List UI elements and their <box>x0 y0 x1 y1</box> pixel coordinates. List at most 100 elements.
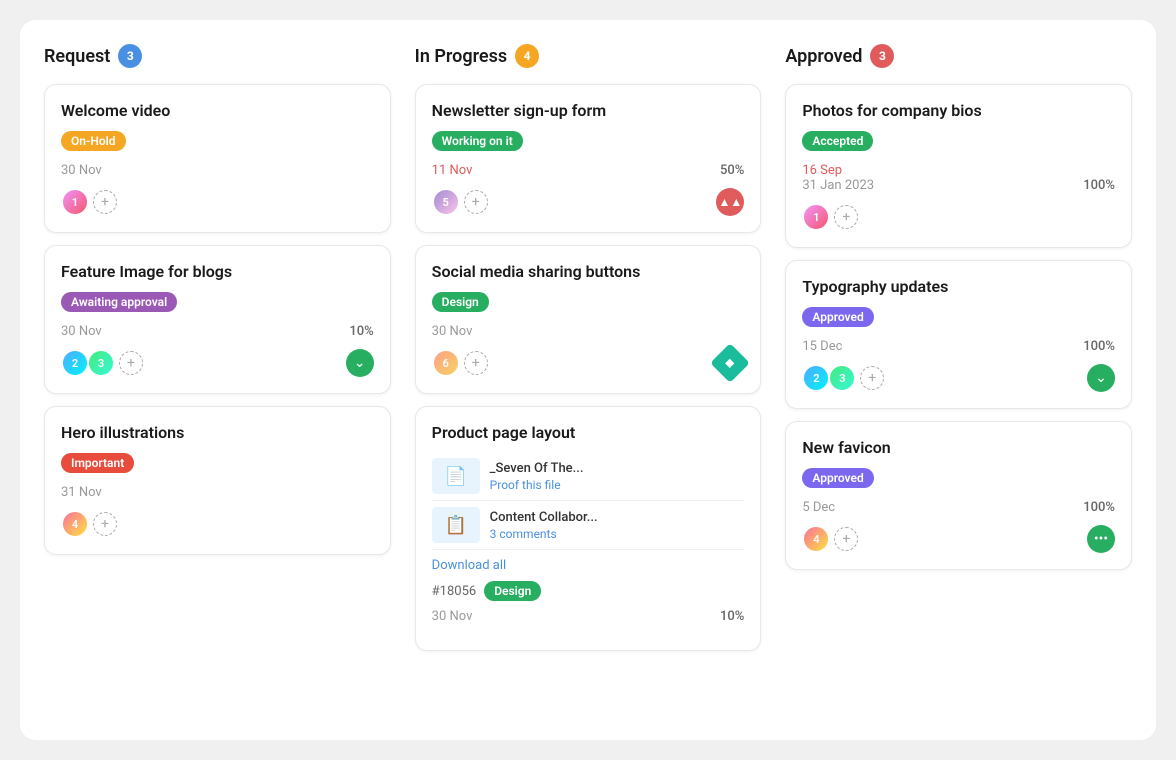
card-date: 11 Nov <box>432 163 473 178</box>
avatar: 6 <box>432 349 460 377</box>
card-date-row: 30 Nov <box>61 163 374 178</box>
chevron-down-icon[interactable]: ⌄ <box>1087 364 1115 392</box>
file-name: Content Collabor... <box>490 510 745 525</box>
card-date-row: 15 Dec 100% <box>802 339 1115 354</box>
avatar-group: 1+ <box>802 203 858 231</box>
card-percent: 100% <box>1083 500 1115 515</box>
add-avatar-button[interactable]: + <box>464 190 488 214</box>
card-new-favicon: New favicon Approved 5 Dec 100% 4+ ••• <box>785 421 1132 570</box>
card-date: 15 Dec <box>802 339 842 354</box>
card-percent: 10% <box>720 609 744 624</box>
column-badge: 3 <box>870 44 894 68</box>
column-title: In Progress <box>415 46 507 67</box>
file-info: Content Collabor... 3 comments <box>490 510 745 541</box>
column-title: Request <box>44 46 110 67</box>
avatar-group: 5+ <box>432 188 488 216</box>
card-title: Feature Image for blogs <box>61 262 374 281</box>
hash-status-badge: Design <box>484 581 541 601</box>
avatar: 3 <box>87 349 115 377</box>
file-item: 📋 Content Collabor... 3 comments <box>432 501 745 550</box>
card-date: 30 Nov <box>61 163 102 178</box>
card-footer: 1+ <box>802 203 1115 231</box>
status-badge: Awaiting approval <box>61 292 177 312</box>
avatar-group: 23+ <box>802 364 884 392</box>
card-date-row: 11 Nov 50% <box>432 163 745 178</box>
card-feature-image: Feature Image for blogs Awaiting approval… <box>44 245 391 394</box>
kanban-board: Request 3 Welcome videoOn-Hold 30 Nov 1+… <box>20 20 1156 740</box>
card-date-row: 31 Jan 2023 100% <box>802 178 1115 193</box>
status-badge: Accepted <box>802 131 873 151</box>
card-date-row: 30 Nov 10% <box>432 609 745 624</box>
card-title: Hero illustrations <box>61 423 374 442</box>
download-all-link[interactable]: Download all <box>432 558 745 573</box>
card-footer: 23+ ⌄ <box>61 349 374 377</box>
hash-row: #18056 Design <box>432 581 745 601</box>
chevron-down-icon[interactable]: ⌄ <box>346 349 374 377</box>
add-avatar-button[interactable]: + <box>93 512 117 536</box>
avatar-group: 23+ <box>61 349 143 377</box>
column-header: Request 3 <box>44 44 391 68</box>
hash-number: #18056 <box>432 584 477 599</box>
card-social-media: Social media sharing buttons Design 30 No… <box>415 245 762 394</box>
card-product-page: Product page layout 📄 _Seven Of The... P… <box>415 406 762 651</box>
card-title: Photos for company bios <box>802 101 1115 120</box>
card-footer: 5+ ▲▲ <box>432 188 745 216</box>
card-title: Newsletter sign-up form <box>432 101 745 120</box>
card-typography: Typography updates Approved 15 Dec 100% 2… <box>785 260 1132 409</box>
add-avatar-button[interactable]: + <box>834 205 858 229</box>
card-hero-illustrations: Hero illustrationsImportant 31 Nov 4+ <box>44 406 391 555</box>
card-title: Social media sharing buttons <box>432 262 745 281</box>
column-approved: Approved 3 Photos for company bios Accept… <box>785 44 1132 716</box>
diamond-teal-icon[interactable]: ◆ <box>711 343 751 383</box>
file-item: 📄 _Seven Of The... Proof this file <box>432 452 745 501</box>
card-title: New favicon <box>802 438 1115 457</box>
card-date: 30 Nov <box>61 324 102 339</box>
card-percent: 50% <box>720 163 744 178</box>
arrow-up-icon[interactable]: ▲▲ <box>716 188 744 216</box>
avatar: 1 <box>802 203 830 231</box>
file-thumb: 📄 <box>432 458 480 494</box>
avatar-group: 1+ <box>61 188 117 216</box>
card-date-secondary: 16 Sep <box>802 163 1115 178</box>
card-date: 31 Jan 2023 <box>802 178 874 193</box>
card-footer: 1+ <box>61 188 374 216</box>
add-avatar-button[interactable]: + <box>93 190 117 214</box>
card-title: Typography updates <box>802 277 1115 296</box>
status-badge: Working on it <box>432 131 523 151</box>
column-title: Approved <box>785 46 862 67</box>
status-badge: On-Hold <box>61 131 126 151</box>
column-header: In Progress 4 <box>415 44 762 68</box>
file-action-link[interactable]: 3 comments <box>490 527 745 541</box>
avatar: 5 <box>432 188 460 216</box>
card-footer: 6+◆ <box>432 349 745 377</box>
column-request: Request 3 Welcome video On-Hold 30 Nov 1+… <box>44 44 391 716</box>
status-badge: Approved <box>802 307 873 327</box>
dots-green-icon[interactable]: ••• <box>1087 525 1115 553</box>
card-date-row: 31 Nov <box>61 485 374 500</box>
add-avatar-button[interactable]: + <box>834 527 858 551</box>
add-avatar-button[interactable]: + <box>464 351 488 375</box>
add-avatar-button[interactable]: + <box>860 366 884 390</box>
status-badge: Design <box>432 292 489 312</box>
column-badge: 3 <box>118 44 142 68</box>
card-date-row: 5 Dec 100% <box>802 500 1115 515</box>
avatar: 2 <box>61 349 89 377</box>
card-footer: 4+ <box>61 510 374 538</box>
file-name: _Seven Of The... <box>490 461 745 476</box>
status-badge: Approved <box>802 468 873 488</box>
file-action-link[interactable]: Proof this file <box>490 478 745 492</box>
card-percent: 100% <box>1083 339 1115 354</box>
card-title: Product page layout <box>432 423 745 442</box>
column-header: Approved 3 <box>785 44 1132 68</box>
avatar-group: 4+ <box>802 525 858 553</box>
avatar: 3 <box>828 364 856 392</box>
add-avatar-button[interactable]: + <box>119 351 143 375</box>
file-info: _Seven Of The... Proof this file <box>490 461 745 492</box>
card-title: Welcome video <box>61 101 374 120</box>
avatar: 4 <box>61 510 89 538</box>
card-percent: 10% <box>349 324 373 339</box>
card-footer: 4+ ••• <box>802 525 1115 553</box>
card-date-row: 30 Nov <box>432 324 745 339</box>
avatar: 2 <box>802 364 830 392</box>
avatar: 4 <box>802 525 830 553</box>
